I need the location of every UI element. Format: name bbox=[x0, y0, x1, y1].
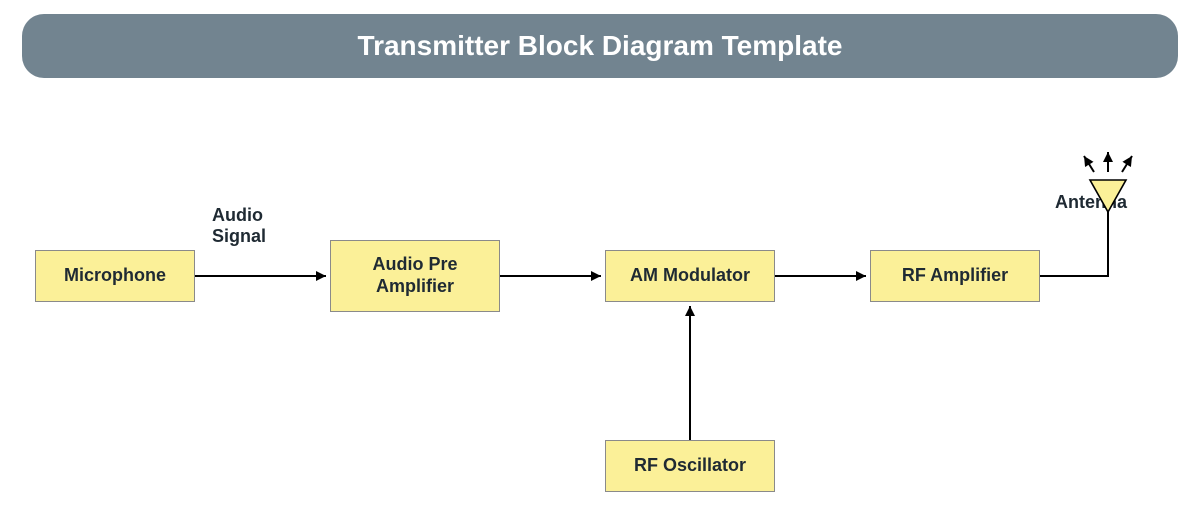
block-am-modulator-label: AM Modulator bbox=[630, 265, 750, 287]
block-microphone-label: Microphone bbox=[64, 265, 166, 287]
label-antenna-text: Antenna bbox=[1055, 192, 1127, 212]
label-antenna: Antenna bbox=[1055, 192, 1127, 213]
block-rf-oscillator: RF Oscillator bbox=[605, 440, 775, 492]
block-am-modulator: AM Modulator bbox=[605, 250, 775, 302]
title-bar: Transmitter Block Diagram Template bbox=[22, 14, 1178, 78]
label-audio-signal-l1: Audio bbox=[212, 205, 263, 225]
block-microphone: Microphone bbox=[35, 250, 195, 302]
block-rf-amplifier-label: RF Amplifier bbox=[902, 265, 1008, 287]
block-audio-pre-amp: Audio Pre Amplifier bbox=[330, 240, 500, 312]
arrow-rfamp-to-antenna bbox=[1040, 212, 1108, 276]
block-rf-oscillator-label: RF Oscillator bbox=[634, 455, 746, 477]
block-audio-pre-amp-label: Audio Pre Amplifier bbox=[337, 254, 493, 297]
label-audio-signal: Audio Signal bbox=[212, 205, 266, 246]
diagram-title: Transmitter Block Diagram Template bbox=[358, 30, 843, 62]
label-audio-signal-l2: Signal bbox=[212, 226, 266, 246]
diagram-canvas: Transmitter Block Diagram Template Micro… bbox=[0, 0, 1200, 518]
block-rf-amplifier: RF Amplifier bbox=[870, 250, 1040, 302]
